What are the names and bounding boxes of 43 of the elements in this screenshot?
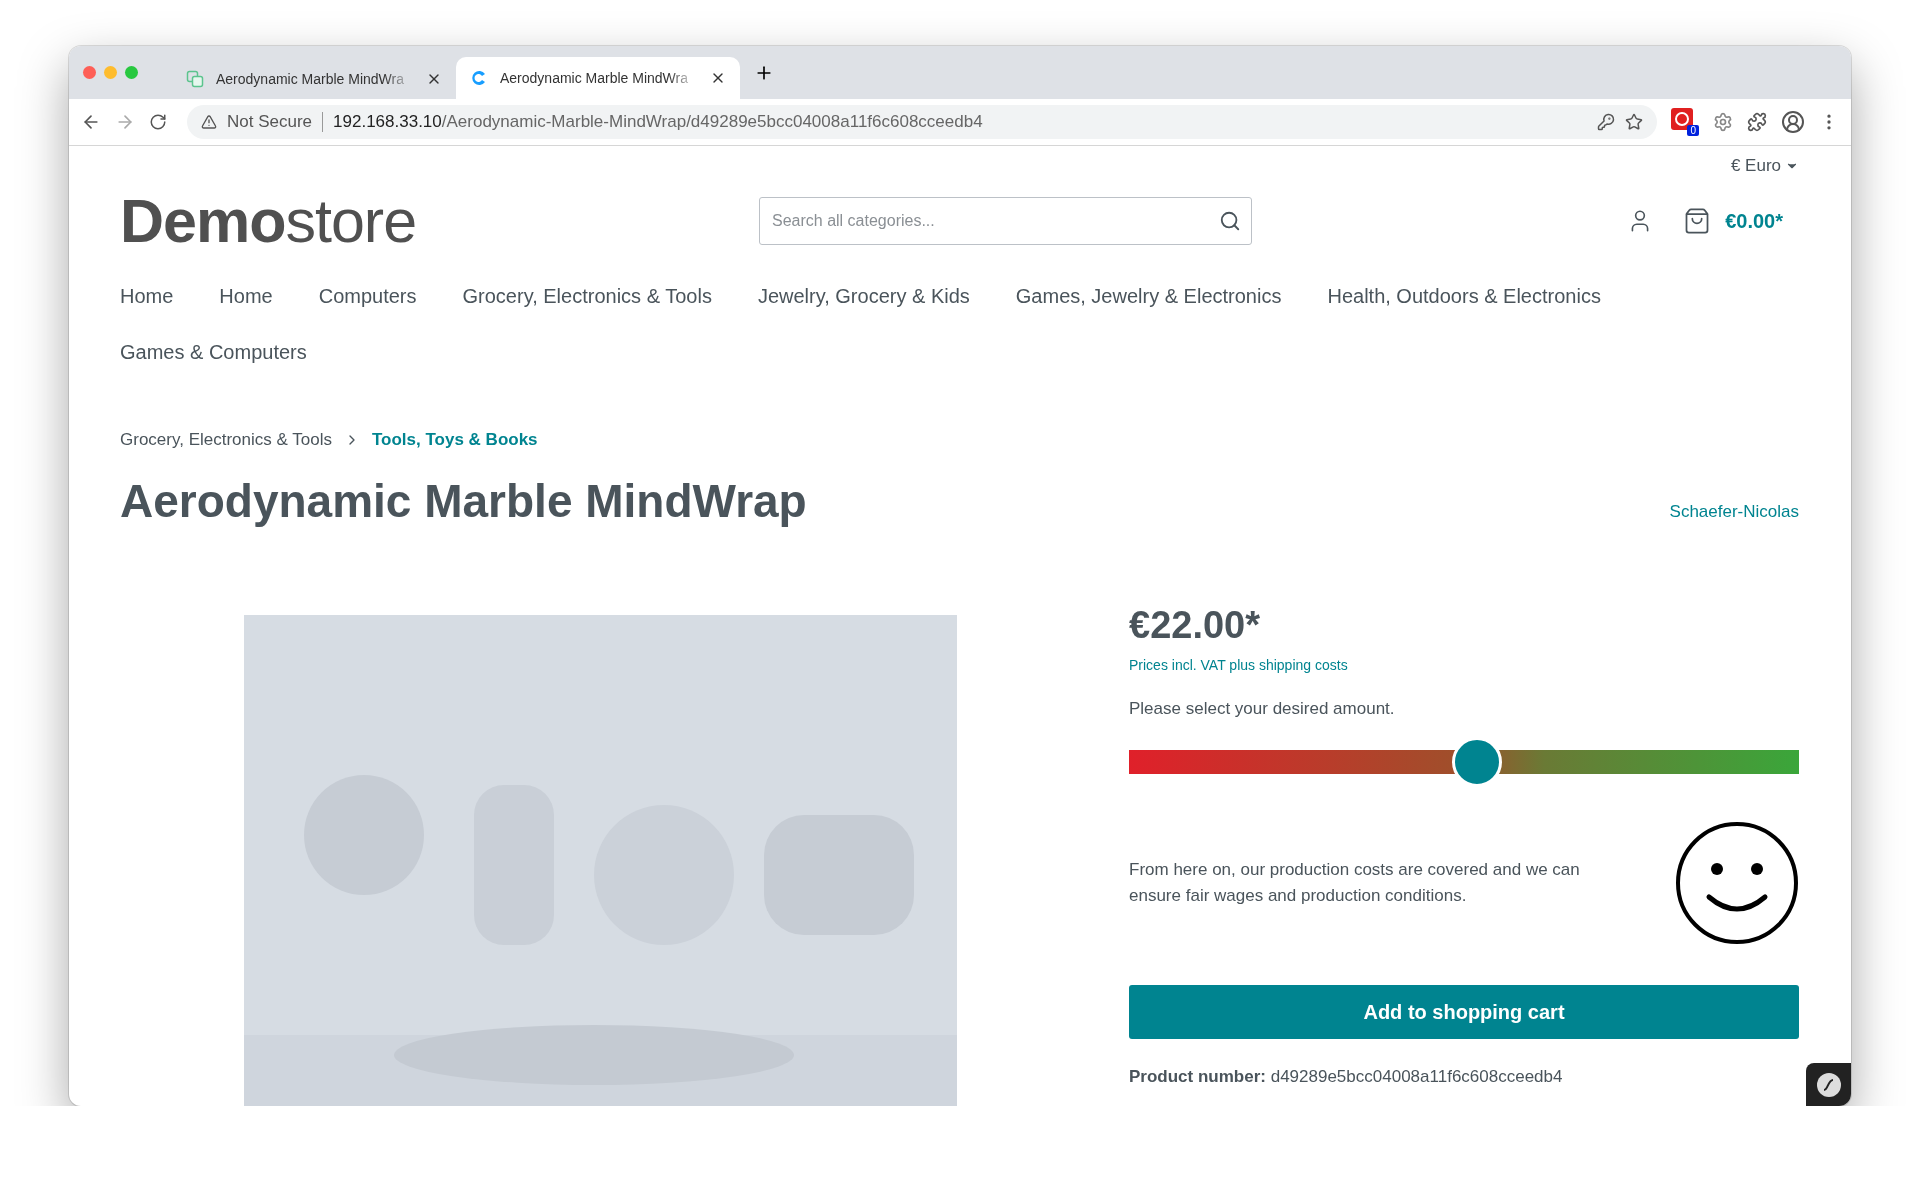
- warning-icon: [201, 114, 217, 130]
- currency-label: € Euro: [1730, 156, 1781, 176]
- nav-link[interactable]: Games & Computers: [120, 324, 307, 380]
- security-label: Not Secure: [227, 112, 324, 132]
- url-text: 192.168.33.10/Aerodynamic-Marble-MindWrap/d49289e5bcc04008a11f6c608cceedb4: [333, 112, 984, 132]
- extension-badge: 0: [1687, 125, 1699, 136]
- product-title: Aerodynamic Marble MindWrap: [120, 474, 807, 528]
- amount-message: From here on, our production costs are covered and we can ensure fair wages and production conditions.: [1129, 859, 1581, 907]
- currency-dropdown[interactable]: € Euro: [1730, 156, 1799, 176]
- store-logo[interactable]: Demostore: [120, 186, 759, 256]
- tab-title: Aerodynamic Marble MindWra: [216, 71, 406, 87]
- copy-favicon-icon: [186, 70, 204, 88]
- nav-link[interactable]: Home: [120, 268, 174, 324]
- reload-icon[interactable]: [149, 113, 167, 131]
- nav-link[interactable]: Grocery, Electronics & Tools: [462, 268, 712, 324]
- key-icon[interactable]: [1597, 113, 1615, 131]
- tab-title: Aerodynamic Marble MindWra: [500, 70, 690, 86]
- product-number: Product number: d49289e5bcc04008a11f6c608cceedb4: [1129, 1067, 1564, 1087]
- browser-tab[interactable]: Aerodynamic Marble MindWra: [456, 57, 740, 99]
- nav-link[interactable]: Games, Jewelry & Electronics: [1015, 268, 1282, 324]
- add-to-cart-button[interactable]: Add to shopping cart: [1129, 985, 1799, 1039]
- breadcrumb-link[interactable]: Tools, Toys & Books: [371, 430, 538, 450]
- search-box[interactable]: Search all categories...: [759, 197, 1252, 245]
- nav-link[interactable]: Home: [219, 268, 273, 324]
- smiley-icon: [1675, 821, 1799, 945]
- nav-link[interactable]: Computers: [318, 268, 417, 324]
- cart-total[interactable]: €0.00*: [1725, 209, 1783, 233]
- manufacturer-link[interactable]: Schaefer-Nicolas: [1669, 502, 1799, 522]
- nav-link[interactable]: Health, Outdoors & Electronics: [1327, 268, 1601, 324]
- nav-link[interactable]: Jewelry, Grocery & Kids: [757, 268, 970, 324]
- profile-icon[interactable]: [1781, 110, 1805, 134]
- extensions-icon[interactable]: [1747, 112, 1767, 132]
- gear-icon[interactable]: [1713, 112, 1733, 132]
- amount-prompt: Please select your desired amount.: [1129, 699, 1396, 719]
- extension-icon[interactable]: [1671, 108, 1693, 130]
- tax-note-link[interactable]: Prices incl. VAT plus shipping costs: [1129, 657, 1799, 673]
- breadcrumb-link[interactable]: Grocery, Electronics & Tools: [120, 430, 332, 450]
- search-icon[interactable]: [1219, 210, 1241, 232]
- browser-tab[interactable]: Aerodynamic Marble MindWra: [172, 59, 456, 99]
- address-bar[interactable]: Not Secure 192.168.33.10/Aerodynamic-Marble-MindWrap/d49289e5bcc04008a11f6c608cceedb4: [187, 105, 1657, 139]
- debug-toolbar-button[interactable]: [1806, 1063, 1851, 1106]
- product-price: €22.00*: [1129, 604, 1261, 647]
- star-icon[interactable]: [1625, 113, 1643, 131]
